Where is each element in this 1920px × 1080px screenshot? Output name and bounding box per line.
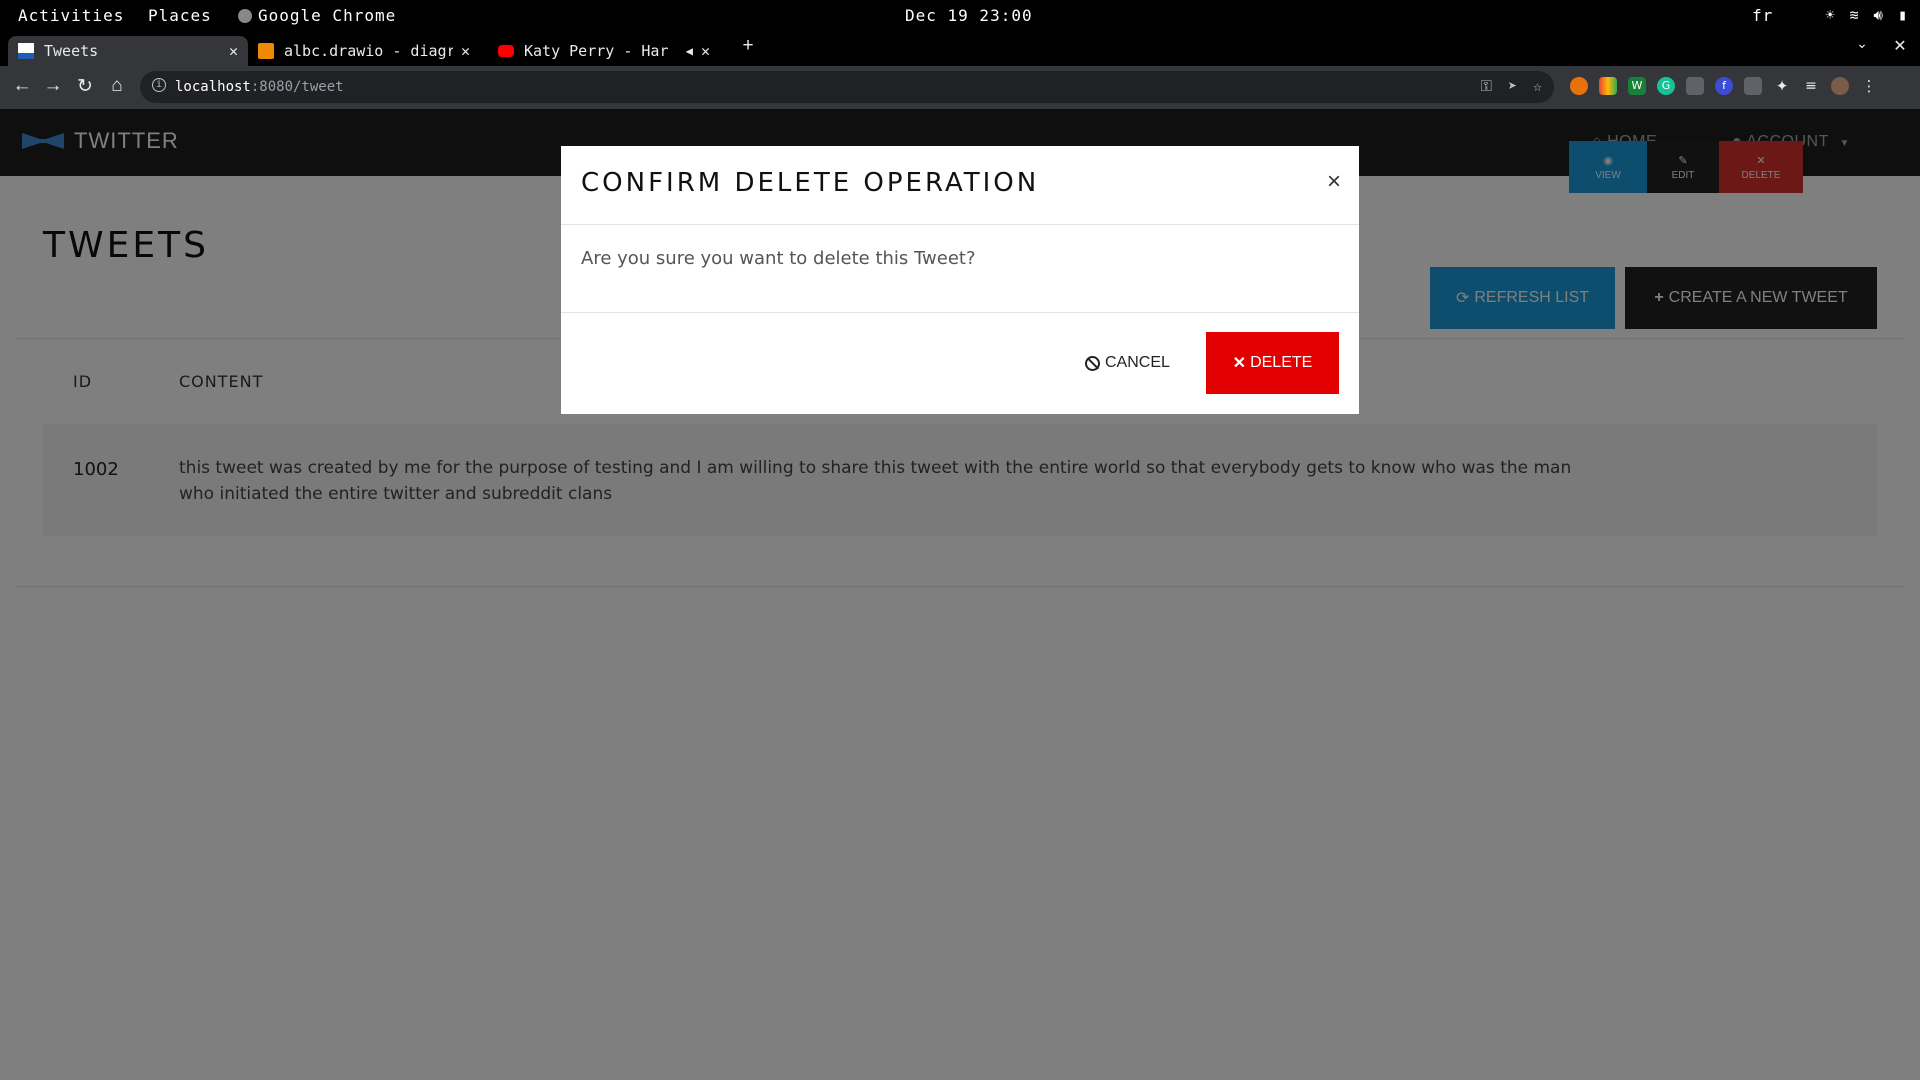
close-tab-icon[interactable]: ✕ <box>229 42 238 60</box>
tab-title: albc.drawio - diagr <box>284 42 453 60</box>
cancel-button[interactable]: CANCEL <box>1085 332 1170 394</box>
tab-title: Katy Perry - Har <box>524 42 669 60</box>
url-host: localhost <box>175 79 251 95</box>
reload-icon[interactable]: ↻ <box>73 75 97 98</box>
close-icon[interactable]: × <box>1327 168 1341 196</box>
home-icon[interactable]: ⌂ <box>105 75 129 97</box>
extension-1-icon[interactable] <box>1570 77 1588 95</box>
tab-title: Tweets <box>44 42 99 60</box>
tab-strip: Tweets ✕ albc.drawio - diagr ✕ Katy Perr… <box>0 32 1920 90</box>
tab-drawio[interactable]: albc.drawio - diagr ✕ <box>248 36 480 66</box>
places-menu[interactable]: Places <box>148 6 212 25</box>
extensions-area: W G f ✦ ≡ ⋮ <box>1570 77 1878 95</box>
modal-header: CONFIRM DELETE OPERATION × <box>561 146 1359 225</box>
kebab-menu-icon[interactable]: ⋮ <box>1860 77 1878 95</box>
web-page: TWITTER ⌂ HOME ● ACCOUNT ▼ TWEETS ⟳ REFR… <box>0 109 1920 1080</box>
send-icon[interactable]: ➤ <box>1508 77 1517 95</box>
tab-search-chevron-icon[interactable]: ⌄ <box>1850 35 1874 52</box>
url-text[interactable]: localhost:8080/tweet <box>175 79 344 95</box>
close-window-icon[interactable]: ✕ <box>1888 36 1912 56</box>
grammarly-icon[interactable]: G <box>1657 77 1675 95</box>
cancel-label: CANCEL <box>1105 354 1170 371</box>
bookmark-star-icon[interactable]: ☆ <box>1533 77 1542 95</box>
app-menu[interactable]: Google Chrome <box>238 6 396 25</box>
address-bar[interactable]: i localhost:8080/tweet ⚿ ➤ ☆ <box>140 71 1554 103</box>
new-tab-plus-icon[interactable]: + <box>736 35 760 57</box>
youtube-favicon-icon <box>498 45 514 57</box>
tweets-favicon-icon <box>18 43 34 59</box>
audio-playing-icon[interactable]: ◀ <box>686 44 693 58</box>
url-path: :8080/tweet <box>250 79 344 95</box>
back-icon[interactable]: ← <box>10 75 34 97</box>
key-icon[interactable]: ⚿ <box>1481 77 1492 95</box>
confirm-delete-modal: CONFIRM DELETE OPERATION × Are you sure … <box>561 146 1359 414</box>
profile-avatar[interactable] <box>1831 77 1849 95</box>
volume-icon: 🔊︎ <box>1873 6 1884 24</box>
activities-button[interactable]: Activities <box>18 6 124 25</box>
site-info-icon[interactable]: i <box>152 78 166 92</box>
forward-icon[interactable]: → <box>41 75 65 97</box>
extension-3-icon[interactable]: W <box>1628 77 1646 95</box>
modal-message: Are you sure you want to delete this Twe… <box>581 248 976 269</box>
camera-icon[interactable] <box>1744 77 1762 95</box>
keyboard-layout[interactable]: fr <box>1752 6 1773 25</box>
delete-button[interactable]: ✕ DELETE <box>1206 332 1339 394</box>
extension-6-icon[interactable]: f <box>1715 77 1733 95</box>
times-icon: ✕ <box>1232 355 1247 372</box>
browser-toolbar: ← → ↻ ⌂ i localhost:8080/tweet ⚿ ➤ ☆ W G… <box>0 66 1920 109</box>
battery-icon: ▮ <box>1897 6 1908 24</box>
app-menu-label: Google Chrome <box>258 6 397 25</box>
brightness-icon: ☀ <box>1825 6 1836 24</box>
clock[interactable]: Dec 19 23:00 <box>905 6 1033 25</box>
extension-5-icon[interactable] <box>1686 77 1704 95</box>
ban-icon <box>1085 355 1100 371</box>
system-top-bar: Activities Places Google Chrome Dec 19 2… <box>0 0 1920 32</box>
extensions-puzzle-icon[interactable]: ✦ <box>1773 77 1791 95</box>
close-tab-icon[interactable]: ✕ <box>701 42 710 60</box>
tab-youtube[interactable]: Katy Perry - Har ◀ ✕ <box>488 36 720 66</box>
modal-divider <box>561 312 1359 313</box>
drawio-favicon-icon <box>258 43 274 59</box>
extension-2-icon[interactable] <box>1599 77 1617 95</box>
system-tray[interactable]: ☀ ≋ 🔊︎ ▮ <box>1825 6 1908 24</box>
close-tab-icon[interactable]: ✕ <box>461 42 470 60</box>
wifi-icon: ≋ <box>1849 6 1860 24</box>
modal-title: CONFIRM DELETE OPERATION <box>581 168 1040 198</box>
delete-label: DELETE <box>1250 354 1313 371</box>
reading-list-icon[interactable]: ≡ <box>1802 77 1820 95</box>
tab-tweets[interactable]: Tweets ✕ <box>8 36 248 66</box>
chrome-icon <box>238 8 252 23</box>
